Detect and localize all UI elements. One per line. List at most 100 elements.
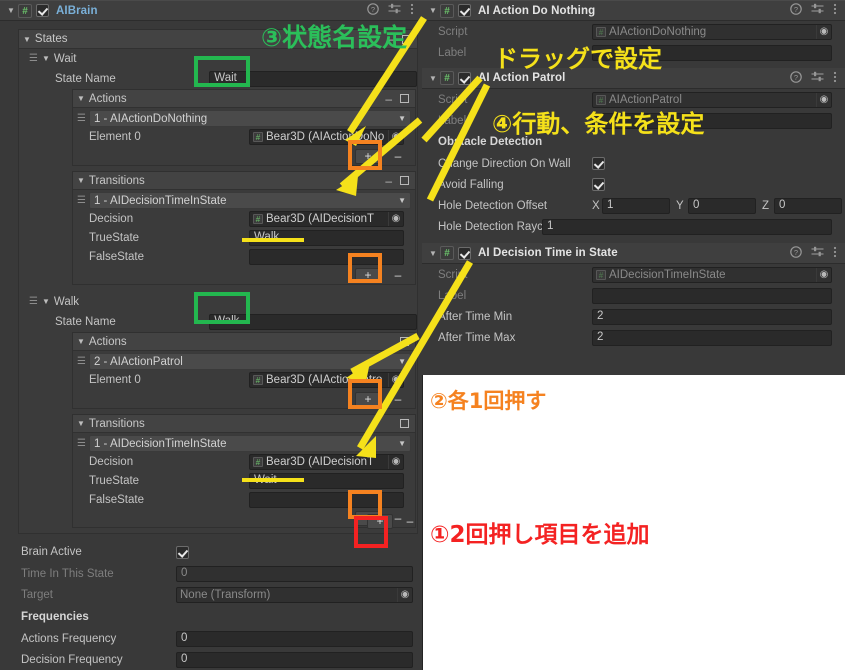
kebab-menu-icon[interactable] [410, 3, 414, 18]
foldout-arrow-icon[interactable]: ▼ [4, 0, 18, 21]
state-name-input[interactable]: Walk [209, 313, 417, 330]
transitions-remove-button[interactable]: – [391, 268, 405, 282]
chevron-down-icon[interactable]: ▼ [398, 114, 406, 123]
actions-header-wait[interactable]: ▼ Actions – [73, 90, 415, 108]
falsestate-input[interactable] [249, 491, 404, 508]
states-add-button[interactable]: + [367, 513, 393, 529]
preset-icon[interactable] [811, 3, 824, 18]
help-icon[interactable]: ? [790, 70, 802, 86]
kebab-menu-icon[interactable] [833, 71, 837, 86]
actions-remove-button[interactable]: – [391, 392, 405, 406]
label-input[interactable] [592, 287, 832, 304]
actions-add-button[interactable]: + [355, 391, 381, 407]
states-collapse-button[interactable]: – [387, 32, 394, 46]
chevron-down-icon[interactable]: ▼ [77, 94, 85, 103]
component-header-ai-action-patrol[interactable]: ▼ # AI Action Patrol ? [422, 68, 845, 89]
decision-object-field[interactable]: # Bear3D (AIDecisionT ◉ [249, 453, 404, 470]
foldout-arrow-icon[interactable]: ▼ [426, 0, 440, 21]
label-input[interactable] [592, 44, 832, 61]
state-wait-foldout-row[interactable]: ☰ ▼ Wait [19, 49, 417, 68]
transitions-header-walk[interactable]: ▼ Transitions – [73, 415, 415, 433]
component-header-ai-action-do-nothing[interactable]: ▼ # AI Action Do Nothing ? [422, 0, 845, 21]
change-direction-on-wall-checkbox[interactable] [592, 157, 605, 170]
label-row-do-nothing: Label [422, 42, 845, 63]
actions-add-button[interactable]: + [355, 148, 381, 164]
after-time-min-input[interactable]: 2 [592, 308, 832, 325]
label-input[interactable] [592, 112, 832, 129]
chevron-down-icon[interactable]: ▼ [398, 357, 406, 366]
states-expand-button[interactable] [402, 34, 411, 44]
reorder-handle-icon[interactable]: ☰ [77, 195, 86, 206]
object-picker-icon[interactable]: ◉ [388, 373, 403, 387]
chevron-down-icon[interactable]: ▼ [398, 439, 406, 448]
actions-collapse-button[interactable]: – [385, 92, 392, 106]
component-header-ai-decision-time-in-state[interactable]: ▼ # AI Decision Time in State ? [422, 243, 845, 264]
hole-detection-offset-row: Hole Detection Offset X 1 Y 0 Z 0 [422, 195, 845, 216]
falsestate-input[interactable] [249, 248, 404, 265]
component-enabled-checkbox[interactable] [458, 71, 471, 85]
actions-frequency-input[interactable]: 0 [176, 630, 413, 647]
reorder-handle-icon[interactable]: ☰ [77, 356, 86, 367]
kebab-menu-icon[interactable] [833, 246, 837, 261]
preset-icon[interactable] [811, 71, 824, 86]
element-object-field[interactable]: # Bear3D (AIActionPatro ◉ [249, 372, 404, 388]
help-icon[interactable]: ? [790, 245, 802, 261]
object-picker-icon[interactable]: ◉ [388, 454, 403, 469]
brain-active-checkbox[interactable] [176, 545, 189, 559]
after-time-max-input[interactable]: 2 [592, 329, 832, 346]
component-enabled-checkbox[interactable] [458, 4, 471, 17]
chevron-down-icon[interactable]: ▼ [398, 196, 406, 205]
element-object-field[interactable]: # Bear3D (AIActionDoNo ◉ [249, 129, 404, 145]
truestate-input[interactable]: Walk [249, 229, 404, 246]
state-walk-foldout-row[interactable]: ☰ ▼ Walk [19, 292, 417, 311]
element-row-wait: Element 0 # Bear3D (AIActionDoNo ◉ [73, 127, 415, 147]
foldout-arrow-icon[interactable]: ▼ [426, 68, 440, 89]
transitions-collapse-button[interactable]: – [385, 174, 392, 188]
hole-detection-raycast-input[interactable]: 1 [542, 218, 832, 235]
actions-expand-button[interactable] [400, 337, 409, 346]
decision-frequency-input[interactable]: 0 [176, 651, 413, 668]
foldout-arrow-icon[interactable]: ▼ [426, 243, 440, 264]
component-enabled-checkbox[interactable] [36, 4, 49, 17]
transitions-header-wait[interactable]: ▼ Transitions – [73, 172, 415, 190]
state-name-input[interactable]: Wait [209, 70, 417, 87]
reorder-handle-icon[interactable]: ☰ [29, 296, 38, 307]
preset-icon[interactable] [811, 246, 824, 261]
component-enabled-checkbox[interactable] [458, 246, 471, 260]
reorder-handle-icon[interactable]: ☰ [77, 438, 86, 449]
truestate-input[interactable]: Wait [249, 472, 404, 489]
hole-detection-offset-y-input[interactable]: 0 [688, 197, 756, 214]
chevron-down-icon[interactable]: ▼ [42, 297, 50, 306]
decision-row-walk: Decision # Bear3D (AIDecisionT ◉ [73, 452, 415, 471]
chevron-down-icon[interactable]: ▼ [77, 337, 85, 346]
decision-object-field[interactable]: # Bear3D (AIDecisionT ◉ [249, 210, 404, 227]
actions-header-walk[interactable]: ▼ Actions – [73, 333, 415, 351]
states-remove-button[interactable]: – [403, 514, 417, 528]
aibrain-component-header[interactable]: ▼ # AIBrain ? [0, 0, 422, 21]
hole-detection-offset-z-input[interactable]: 0 [774, 197, 842, 214]
transition-entry-row-walk[interactable]: 1 - AIDecisionTimeInState ▼ [88, 435, 411, 452]
transitions-expand-button[interactable] [400, 419, 409, 428]
avoid-falling-checkbox[interactable] [592, 178, 605, 191]
transition-entry-row-wait[interactable]: 1 - AIDecisionTimeInState ▼ [88, 192, 411, 209]
action-entry-row-walk[interactable]: 2 - AIActionPatrol ▼ [88, 353, 411, 370]
hole-detection-offset-x-input[interactable]: 1 [602, 197, 670, 214]
help-icon[interactable]: ? [367, 3, 379, 18]
states-header[interactable]: ▼ States – [19, 30, 417, 49]
object-picker-icon[interactable]: ◉ [388, 130, 403, 144]
actions-expand-button[interactable] [400, 94, 409, 103]
transitions-add-button[interactable]: + [355, 267, 381, 283]
chevron-down-icon[interactable]: ▼ [77, 176, 85, 185]
action-entry-row-wait[interactable]: 1 - AIActionDoNothing ▼ [88, 110, 411, 127]
object-picker-icon[interactable]: ◉ [388, 211, 403, 226]
kebab-menu-icon[interactable] [833, 3, 837, 18]
chevron-down-icon[interactable]: ▼ [77, 419, 85, 428]
chevron-down-icon[interactable]: ▼ [23, 35, 31, 44]
actions-remove-button[interactable]: – [391, 149, 405, 163]
help-icon[interactable]: ? [790, 3, 802, 18]
transitions-expand-button[interactable] [400, 176, 409, 185]
preset-icon[interactable] [388, 3, 401, 18]
chevron-down-icon[interactable]: ▼ [42, 54, 50, 63]
reorder-handle-icon[interactable]: ☰ [29, 53, 38, 64]
reorder-handle-icon[interactable]: ☰ [77, 113, 86, 124]
